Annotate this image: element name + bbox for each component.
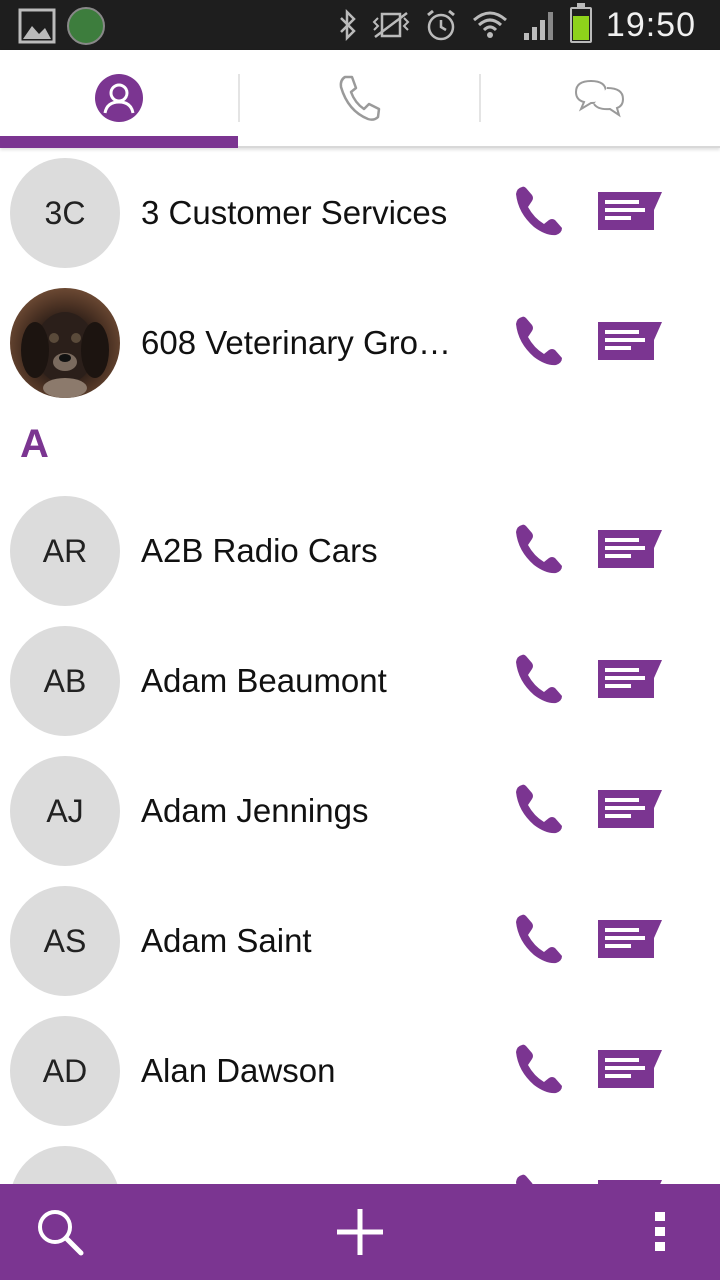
avatar[interactable]: AJ xyxy=(10,756,120,866)
call-button[interactable] xyxy=(510,1041,566,1097)
tab-calls[interactable] xyxy=(240,50,478,146)
contact-row[interactable]: AR A2B Radio Cars xyxy=(0,486,720,616)
contact-name: Adam Jennings xyxy=(141,792,369,829)
contact-row[interactable]: 608 Veterinary Gro… xyxy=(0,278,720,408)
wifi-icon xyxy=(472,11,507,38)
avatar[interactable]: AR xyxy=(10,496,120,606)
alarm-icon xyxy=(426,9,455,41)
message-icon xyxy=(598,322,662,360)
call-icon xyxy=(516,1044,562,1094)
call-button[interactable] xyxy=(510,521,566,577)
overflow-menu-icon xyxy=(655,1212,665,1251)
call-button[interactable] xyxy=(510,781,566,837)
contact-list[interactable]: A 3C 3 Customer Services 608 Veterinary Gr… xyxy=(0,148,720,1184)
call-button[interactable] xyxy=(510,651,566,707)
status-time: 19:50 xyxy=(605,5,696,44)
call-icon xyxy=(516,784,562,834)
section-header-a: A xyxy=(20,422,49,466)
avatar[interactable]: 3C xyxy=(10,158,120,268)
call-icon xyxy=(516,654,562,704)
contact-row[interactable]: 3C 3 Customer Services xyxy=(0,148,720,278)
signal-icon xyxy=(523,12,553,40)
contact-name: Alan Dawson xyxy=(141,1052,336,1089)
gallery-icon xyxy=(18,8,56,44)
search-button[interactable] xyxy=(20,1184,100,1280)
avatar[interactable]: AD xyxy=(10,1016,120,1126)
call-button[interactable] xyxy=(510,313,566,369)
contact-name: Adam Saint xyxy=(141,922,312,959)
contact-row[interactable]: AE Alan E... xyxy=(0,1136,720,1184)
tab-bar xyxy=(0,50,720,148)
tab-contacts[interactable] xyxy=(0,50,238,146)
call-button[interactable] xyxy=(510,183,566,239)
message-button[interactable] xyxy=(596,788,664,830)
call-icon xyxy=(516,186,562,236)
contact-name: Adam Beaumont xyxy=(141,662,387,699)
message-icon xyxy=(598,790,662,828)
message-icon xyxy=(598,1050,662,1088)
message-button[interactable] xyxy=(596,658,664,700)
call-icon xyxy=(516,1174,533,1184)
status-bar-right: 19:50 xyxy=(338,3,696,46)
call-icon xyxy=(516,316,562,366)
contact-name: A2B Radio Cars xyxy=(141,532,378,569)
vibrate-icon xyxy=(372,12,410,38)
message-icon xyxy=(598,920,662,958)
chat-bubbles-icon xyxy=(574,79,625,118)
contact-name: 608 Veterinary Gro… xyxy=(141,324,451,361)
call-icon xyxy=(516,524,562,574)
message-button[interactable] xyxy=(596,320,664,362)
contact-name: Alan E... xyxy=(141,1136,471,1184)
message-button[interactable] xyxy=(596,1048,664,1090)
add-contact-button[interactable] xyxy=(320,1184,400,1280)
contact-row[interactable]: AJ Adam Jennings xyxy=(0,746,720,876)
avatar[interactable]: AS xyxy=(10,886,120,996)
phone-icon xyxy=(339,75,381,121)
avatar[interactable] xyxy=(10,288,120,398)
person-icon xyxy=(95,74,143,122)
notification-dot-icon xyxy=(67,7,105,45)
status-bar-left xyxy=(18,6,106,46)
overflow-menu-button[interactable] xyxy=(630,1184,690,1280)
tab-messages[interactable] xyxy=(481,50,719,146)
contact-row[interactable]: AB Adam Beaumont xyxy=(0,616,720,746)
message-icon xyxy=(598,660,662,698)
add-icon xyxy=(337,1209,383,1255)
message-button[interactable] xyxy=(596,918,664,960)
message-icon xyxy=(598,192,662,230)
contact-row[interactable]: AS Adam Saint xyxy=(0,876,720,1006)
call-button[interactable] xyxy=(510,911,566,967)
search-icon xyxy=(38,1210,84,1256)
message-button[interactable] xyxy=(596,528,664,570)
call-icon xyxy=(516,914,562,964)
status-bar: 19:50 xyxy=(0,0,720,50)
message-icon xyxy=(598,530,662,568)
contact-name: 3 Customer Services xyxy=(141,194,448,231)
avatar[interactable]: AE xyxy=(10,1146,120,1184)
bluetooth-icon xyxy=(340,9,356,41)
message-button[interactable] xyxy=(596,190,664,232)
avatar[interactable]: AB xyxy=(10,626,120,736)
contact-row[interactable]: AD Alan Dawson xyxy=(0,1006,720,1136)
tab-selected-indicator xyxy=(0,136,238,148)
bottom-action-bar xyxy=(0,1184,720,1280)
dog-photo xyxy=(21,312,109,398)
call-button[interactable] xyxy=(510,1171,566,1184)
battery-icon xyxy=(569,3,592,43)
